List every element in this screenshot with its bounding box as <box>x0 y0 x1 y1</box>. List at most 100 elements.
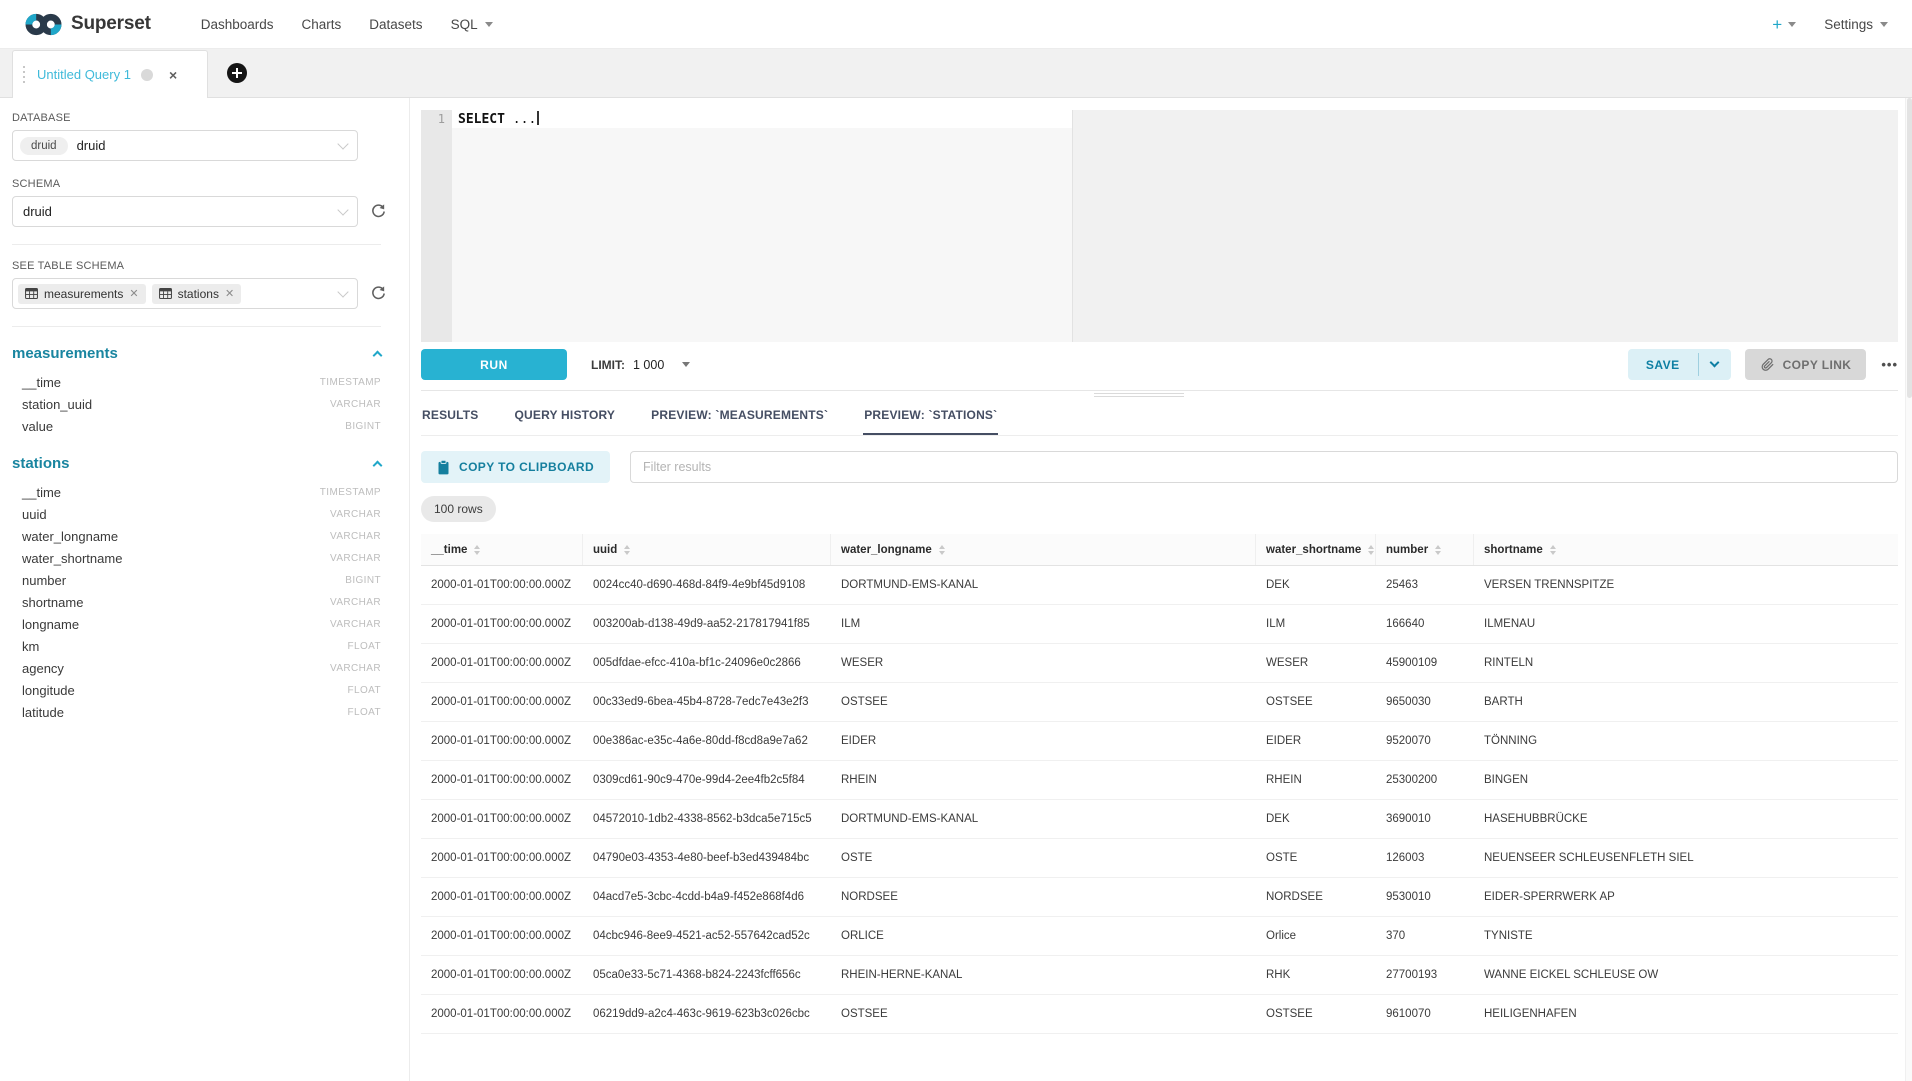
tab-query-history[interactable]: QUERY HISTORY <box>514 399 617 435</box>
save-button[interactable]: SAVE <box>1628 349 1698 380</box>
divider <box>12 326 381 327</box>
schema-column-row: agencyVARCHAR <box>12 657 381 679</box>
copy-to-clipboard-label: COPY TO CLIPBOARD <box>459 460 594 474</box>
database-select[interactable]: druid druid <box>12 130 358 161</box>
column-header-water-longname[interactable]: water_longname <box>831 534 1256 565</box>
tab-results[interactable]: RESULTS <box>421 399 480 435</box>
refresh-icon <box>370 285 387 302</box>
sort-icon <box>939 545 945 555</box>
nav-item-dashboards[interactable]: Dashboards <box>187 0 288 49</box>
cell-shortname: ILMENAU <box>1474 605 1898 643</box>
chip-label: measurements <box>44 287 123 301</box>
save-options-button[interactable] <box>1699 349 1731 380</box>
column-header-time[interactable]: __time <box>421 534 583 565</box>
schema-column-row: valueBIGINT <box>12 415 381 437</box>
cell-time: 2000-01-01T00:00:00.000Z <box>421 761 583 799</box>
column-header-number[interactable]: number <box>1376 534 1474 565</box>
column-header-water-shortname[interactable]: water_shortname <box>1256 534 1376 565</box>
chevron-up-icon[interactable] <box>373 461 383 471</box>
tab-preview-measurements[interactable]: PREVIEW: `MEASUREMENTS` <box>650 399 829 435</box>
table-row: 2000-01-01T00:00:00.000Z05ca0e33-5c71-43… <box>421 956 1898 995</box>
table-row: 2000-01-01T00:00:00.000Z04acd7e5-3cbc-4c… <box>421 878 1898 917</box>
remove-chip-icon[interactable]: ✕ <box>225 287 234 300</box>
column-type: VARCHAR <box>330 597 381 608</box>
schema-table-header-stations[interactable]: stations <box>12 455 381 472</box>
plus-icon: + <box>1772 16 1782 33</box>
column-name: value <box>22 419 53 434</box>
cell-uuid: 05ca0e33-5c71-4368-b824-2243fcff656c <box>583 956 831 994</box>
refresh-schemas-button[interactable] <box>370 203 387 220</box>
table-chips: measurements✕stations✕ <box>18 284 247 304</box>
copy-to-clipboard-button[interactable]: COPY TO CLIPBOARD <box>421 451 610 483</box>
superset-infinity-icon <box>24 12 63 37</box>
settings-menu[interactable]: Settings <box>1824 17 1888 32</box>
nav-item-datasets[interactable]: Datasets <box>355 0 436 49</box>
splitter-grip[interactable] <box>1094 393 1184 397</box>
editor-code-area: SELECT ... <box>452 110 1898 342</box>
divider <box>12 244 381 245</box>
cell-water-shortname: RHK <box>1256 956 1376 994</box>
filter-results-input[interactable] <box>630 451 1898 483</box>
cell-shortname: HEILIGENHAFEN <box>1474 995 1898 1033</box>
refresh-tables-button[interactable] <box>370 285 387 302</box>
table-row: 2000-01-01T00:00:00.000Z003200ab-d138-49… <box>421 605 1898 644</box>
schema-table-header-measurements[interactable]: measurements <box>12 345 381 362</box>
run-button[interactable]: RUN <box>421 349 567 380</box>
tab-preview-stations[interactable]: PREVIEW: `STATIONS` <box>863 399 998 435</box>
cell-number: 25463 <box>1376 566 1474 604</box>
close-tab-icon[interactable]: × <box>169 67 177 83</box>
cell-number: 9650030 <box>1376 683 1474 721</box>
column-header-shortname[interactable]: shortname <box>1474 534 1898 565</box>
editor-gutter: 1 <box>421 110 452 342</box>
column-header-label: __time <box>431 544 467 556</box>
cell-water-shortname: Orlice <box>1256 917 1376 955</box>
row-count-badge: 100 rows <box>421 496 496 522</box>
table-row: 2000-01-01T00:00:00.000Z0309cd61-90c9-47… <box>421 761 1898 800</box>
chevron-up-icon[interactable] <box>373 351 383 361</box>
schema-column-row: water_longnameVARCHAR <box>12 525 381 547</box>
tab-untitled-query-1[interactable]: Untitled Query 1 × <box>12 50 208 98</box>
schema-select[interactable]: druid <box>12 196 358 227</box>
cell-time: 2000-01-01T00:00:00.000Z <box>421 917 583 955</box>
remove-chip-icon[interactable]: ✕ <box>129 287 138 300</box>
table-row: 2000-01-01T00:00:00.000Z0024cc40-d690-46… <box>421 566 1898 605</box>
top-navbar: Superset Dashboards Charts DatasetsSQL + S… <box>0 0 1912 49</box>
table-chip-measurements[interactable]: measurements ✕ <box>18 284 146 304</box>
column-name: water_longname <box>22 529 118 544</box>
drag-handle-icon[interactable] <box>23 71 25 73</box>
divider <box>421 435 1898 436</box>
nav-item-charts[interactable]: Charts <box>288 0 356 49</box>
chevron-down-icon <box>682 362 690 367</box>
cell-water-longname: DORTMUND-EMS-KANAL <box>831 800 1256 838</box>
more-actions-button[interactable]: ••• <box>1881 357 1898 372</box>
sql-editor[interactable]: 1 SELECT ... <box>421 110 1898 342</box>
nav-item-sql[interactable]: SQL <box>437 0 507 49</box>
cell-number: 370 <box>1376 917 1474 955</box>
cell-number: 9530010 <box>1376 878 1474 916</box>
scrollbar-thumb[interactable] <box>1907 98 1912 398</box>
schema-column-row: uuidVARCHAR <box>12 503 381 525</box>
sort-icon <box>624 545 630 555</box>
column-name: station_uuid <box>22 397 92 412</box>
nav-item-label: Charts <box>302 17 342 32</box>
table-schema-select[interactable]: measurements✕stations✕ <box>12 278 358 309</box>
superset-logo[interactable]: Superset <box>24 12 151 37</box>
table-chip-stations[interactable]: stations✕ <box>152 284 242 304</box>
cell-water-shortname: DEK <box>1256 566 1376 604</box>
column-type: VARCHAR <box>330 663 381 674</box>
column-type: VARCHAR <box>330 619 381 630</box>
limit-dropdown[interactable]: LIMIT: 1 000 <box>591 358 690 372</box>
column-header-uuid[interactable]: uuid <box>583 534 831 565</box>
chevron-down-icon <box>1788 22 1796 27</box>
new-item-button[interactable]: + <box>1772 16 1796 33</box>
cell-uuid: 00c33ed9-6bea-45b4-8728-7edc7e43e2f3 <box>583 683 831 721</box>
copy-link-button[interactable]: COPY LINK <box>1745 349 1867 380</box>
column-type: VARCHAR <box>330 399 381 410</box>
column-type: FLOAT <box>348 641 381 652</box>
cell-uuid: 06219dd9-a2c4-463c-9619-623b3c026cbc <box>583 995 831 1033</box>
cell-time: 2000-01-01T00:00:00.000Z <box>421 800 583 838</box>
table-icon <box>159 288 172 299</box>
add-tab-button[interactable] <box>227 63 247 83</box>
sort-icon <box>1435 545 1441 555</box>
schema-column-row: longnameVARCHAR <box>12 613 381 635</box>
